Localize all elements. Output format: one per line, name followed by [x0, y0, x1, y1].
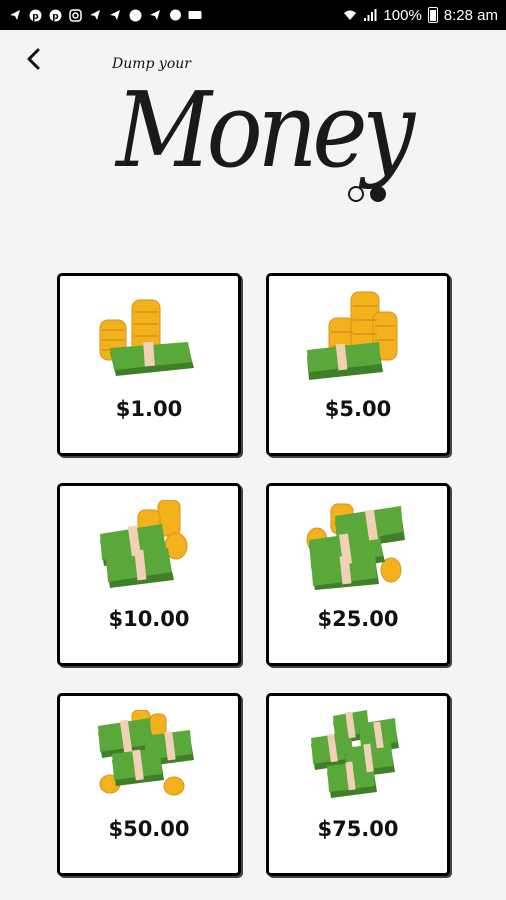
svg-text:p: p: [52, 12, 59, 22]
system-status: 100% 8:28 am: [343, 7, 498, 24]
amount-label: $50.00: [108, 817, 190, 841]
pinterest-icon: p: [28, 8, 42, 22]
pinterest-icon: p: [48, 8, 62, 22]
telegram-icon: [8, 8, 22, 22]
page-dot-2[interactable]: [370, 186, 386, 202]
keyboard-icon: [188, 8, 202, 22]
telegram-icon: [148, 8, 162, 22]
wifi-icon: [343, 8, 357, 22]
amount-card-6[interactable]: $75.00: [266, 693, 450, 876]
telegram-icon: [88, 8, 102, 22]
clock: 8:28 am: [443, 6, 498, 24]
amount-label: $25.00: [317, 607, 399, 631]
viber-icon: [128, 8, 142, 22]
cash-pile-large-icon: [311, 710, 399, 798]
signal-icon: [363, 8, 377, 22]
coins-small-stack-icon: [99, 299, 194, 376]
cash-bundle-icon: [100, 500, 188, 588]
amount-card-2[interactable]: $5.00: [266, 273, 450, 456]
telegram-icon: [108, 8, 122, 22]
amount-card-4[interactable]: $25.00: [266, 483, 450, 666]
cash-pile-icon: [98, 710, 194, 796]
notification-icons: p p: [8, 8, 202, 22]
amount-grid: $1.00 $5.00 $10.00 $25.00 $50.00 $75.00: [57, 273, 450, 876]
amount-label: $75.00: [317, 817, 399, 841]
amount-label: $5.00: [324, 397, 392, 421]
instagram-icon: [68, 8, 82, 22]
battery-percent: 100%: [383, 6, 422, 24]
status-bar: p p 100% 8:28 am: [0, 0, 506, 30]
coins-stack-icon: [307, 291, 398, 380]
battery-icon: [427, 7, 438, 23]
page-indicator: [348, 186, 386, 202]
amount-label: $10.00: [108, 607, 190, 631]
cash-bundle-large-icon: [306, 503, 405, 590]
chevron-left-icon: [27, 48, 40, 70]
page-title: Money: [116, 69, 415, 191]
amount-card-5[interactable]: $50.00: [57, 693, 241, 876]
svg-text:p: p: [32, 12, 39, 22]
chat-icon: [168, 8, 182, 22]
back-button[interactable]: [18, 44, 48, 74]
amount-label: $1.00: [115, 397, 183, 421]
page-dot-1[interactable]: [348, 186, 364, 202]
amount-card-1[interactable]: $1.00: [57, 273, 241, 456]
amount-card-3[interactable]: $10.00: [57, 483, 241, 666]
